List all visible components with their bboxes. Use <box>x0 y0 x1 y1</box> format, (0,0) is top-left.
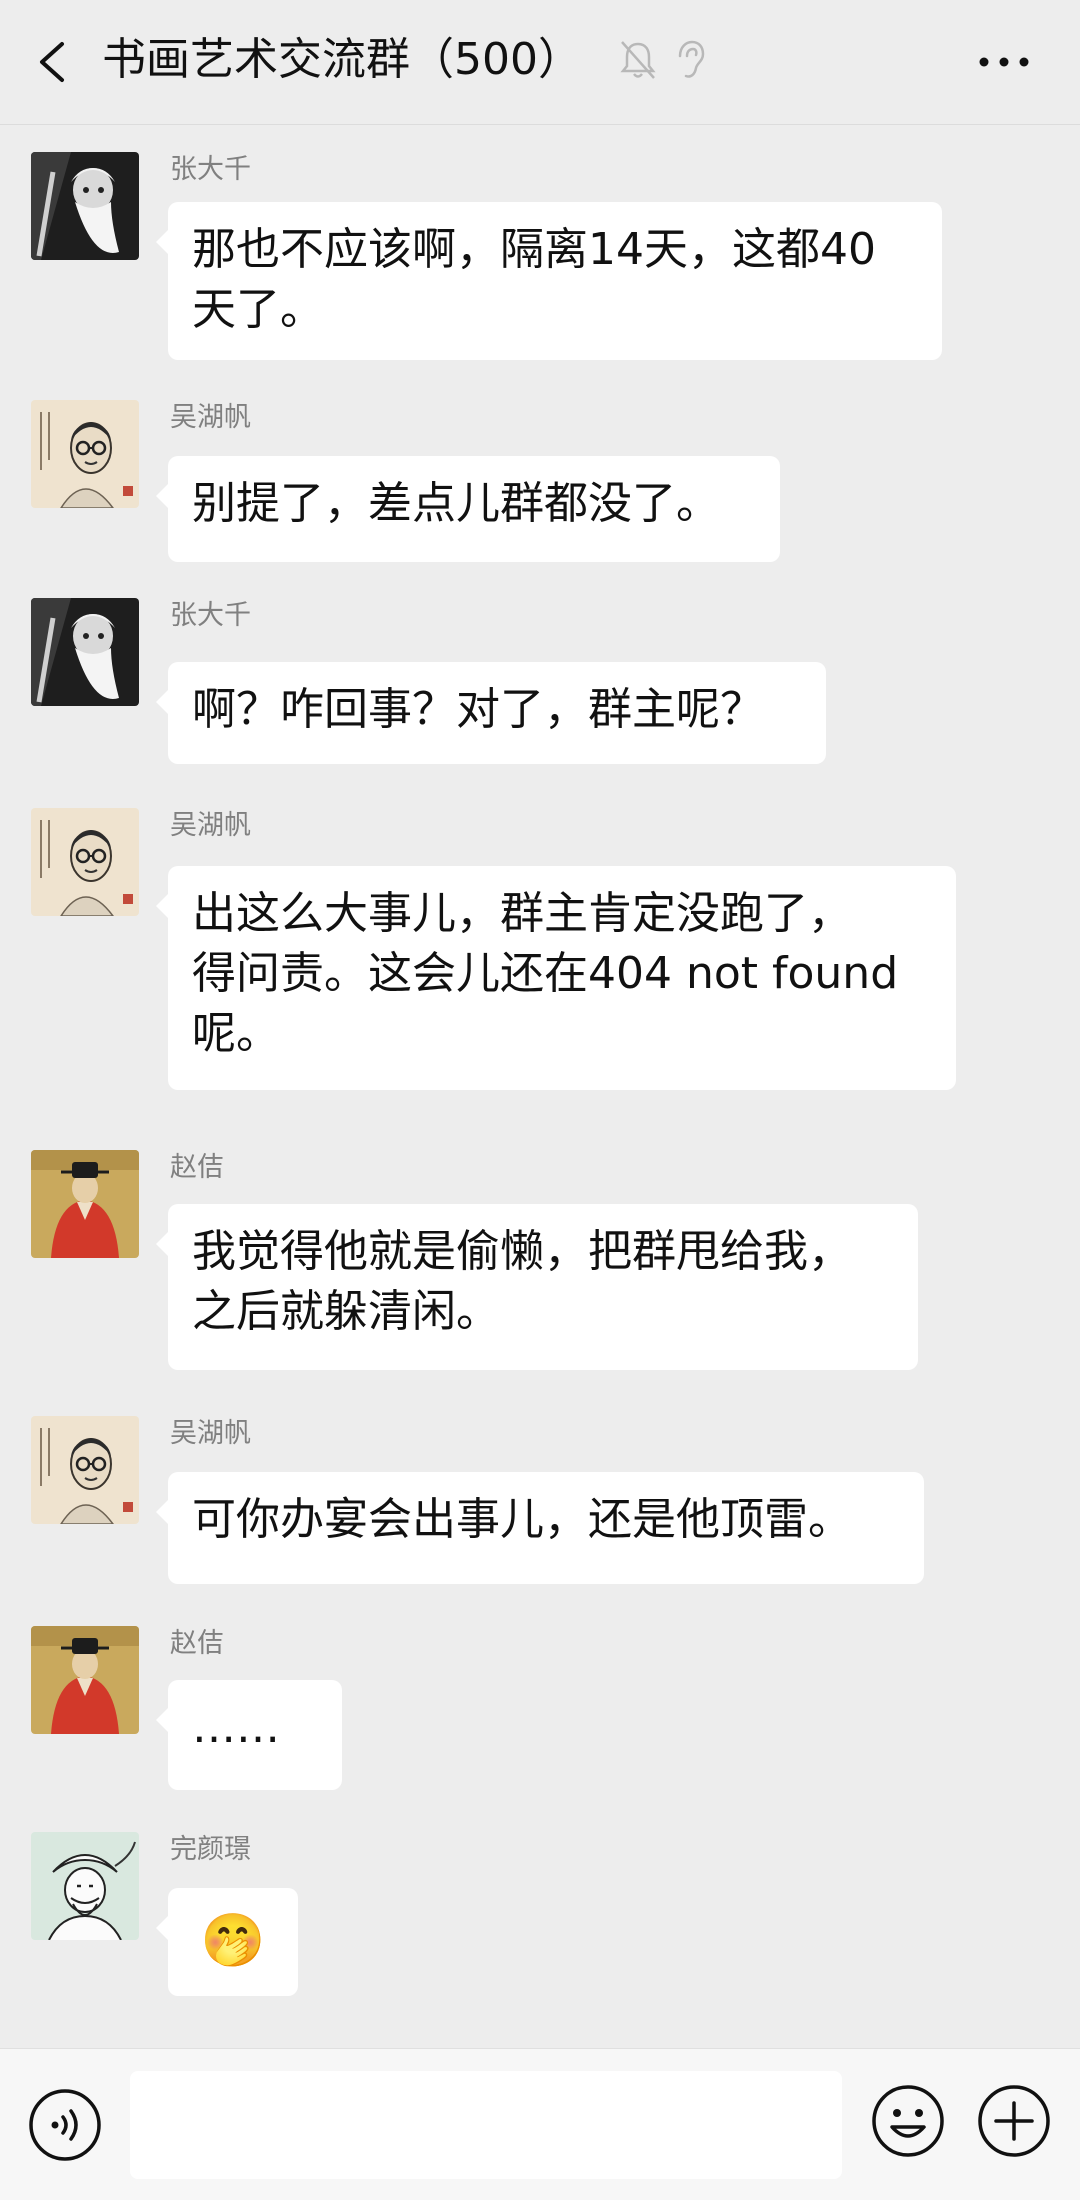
sender-name: 赵佶 <box>170 1152 224 1183</box>
message-bubble[interactable]: 可你办宴会出事儿，还是他顶雷。 <box>156 1472 924 1584</box>
mute-bell-icon <box>620 41 656 79</box>
sender-name: 吴湖帆 <box>170 402 251 433</box>
message-bubble[interactable]: 🤭 <box>156 1888 298 1996</box>
message-input[interactable] <box>130 2071 842 2179</box>
chat-header: 书画艺术交流群（500） <box>0 0 1080 125</box>
voice-input-icon[interactable] <box>27 2087 103 2163</box>
bearded-elder-avatar[interactable] <box>31 152 139 260</box>
message-bubble[interactable]: 我觉得他就是偷懒，把群甩给我， 之后就躲清闲。 <box>156 1204 918 1370</box>
message-text-line: 别提了，差点儿群都没了。 <box>192 478 720 529</box>
message-text-line: 可你办宴会出事儿，还是他顶雷。 <box>192 1494 852 1545</box>
message-text-line: 得问责。这会儿还在404 not found <box>192 948 899 999</box>
sender-name: 完颜璟 <box>170 1834 251 1865</box>
more-options-icon[interactable] <box>972 34 1036 90</box>
message-bubble[interactable]: 那也不应该啊，隔离14天，这都40 天了。 <box>156 202 942 360</box>
message-text-line: 之后就躲清闲。 <box>192 1286 500 1337</box>
message-text-line: 出这么大事儿，群主肯定没跑了， <box>192 888 852 939</box>
sender-name: 吴湖帆 <box>170 810 251 841</box>
message-text-line: 那也不应该啊，隔离14天，这都40 <box>192 224 876 275</box>
message-text-line: 呢。 <box>192 1008 280 1059</box>
jin-emperor-sketch-avatar[interactable] <box>31 1832 139 1940</box>
bespectacled-man-avatar[interactable] <box>31 400 139 508</box>
chat-title: 书画艺术交流群（500） <box>102 34 582 85</box>
message-text-line: 啊？咋回事？对了，群主呢？ <box>192 684 764 735</box>
plus-icon[interactable] <box>976 2083 1052 2159</box>
sender-name: 张大千 <box>170 600 251 631</box>
emperor-red-robe-avatar[interactable] <box>31 1626 139 1734</box>
message-bubble[interactable]: 啊？咋回事？对了，群主呢？ <box>156 662 826 764</box>
message-text-line: 天了。 <box>192 284 324 335</box>
message-bubble[interactable]: …… <box>156 1680 342 1790</box>
sender-name: 赵佶 <box>170 1628 224 1659</box>
back-arrow-icon[interactable] <box>28 30 78 94</box>
sender-name: 吴湖帆 <box>170 1418 251 1449</box>
message-bubble[interactable]: 别提了，差点儿群都没了。 <box>156 456 780 562</box>
message-text-line: …… <box>192 1702 280 1753</box>
sender-name: 张大千 <box>170 154 251 185</box>
bearded-elder-avatar[interactable] <box>31 598 139 706</box>
bespectacled-man-avatar[interactable] <box>31 808 139 916</box>
message-text-line: 我觉得他就是偷懒，把群甩给我， <box>192 1226 852 1277</box>
emperor-red-robe-avatar[interactable] <box>31 1150 139 1258</box>
earpiece-icon <box>678 40 705 78</box>
emoji-icon[interactable] <box>870 2083 946 2159</box>
emoji-message: 🤭 <box>200 1911 266 1971</box>
message-bubble[interactable]: 出这么大事儿，群主肯定没跑了， 得问责。这会儿还在404 not found 呢… <box>156 866 956 1090</box>
input-toolbar <box>0 2048 1080 2200</box>
bespectacled-man-avatar[interactable] <box>31 1416 139 1524</box>
